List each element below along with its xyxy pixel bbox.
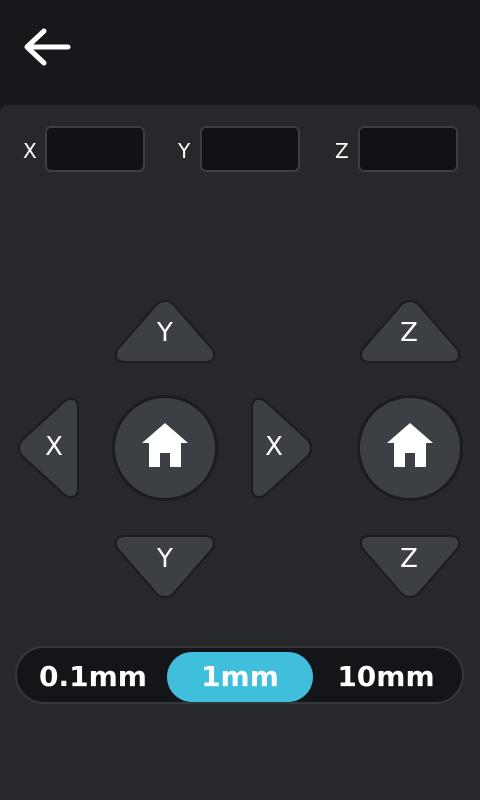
- x-coord-label: X: [23, 139, 37, 163]
- home-xy-button[interactable]: [115, 398, 215, 498]
- step-size-selector: 0.1mm 1mm 10mm: [15, 646, 464, 704]
- x-coord-field[interactable]: [45, 126, 145, 172]
- arrow-left-icon: [24, 28, 71, 66]
- top-bar: [0, 0, 480, 105]
- jog-z-minus-label: Z: [400, 544, 418, 574]
- jog-z-plus-button[interactable]: Z: [358, 298, 462, 366]
- jog-z-minus-button[interactable]: Z: [358, 532, 462, 600]
- y-coord-field[interactable]: [200, 126, 300, 172]
- jog-x-plus-label: X: [265, 432, 283, 462]
- jog-y-minus-button[interactable]: Y: [113, 532, 217, 600]
- jog-x-plus-button[interactable]: X: [248, 396, 314, 500]
- jog-x-minus-button[interactable]: X: [16, 396, 82, 500]
- back-button[interactable]: [20, 26, 74, 68]
- jog-y-minus-label: Y: [157, 544, 173, 574]
- jog-y-plus-label: Y: [157, 318, 173, 348]
- y-coord-label: Y: [178, 139, 191, 163]
- jog-x-minus-label: X: [45, 432, 63, 462]
- jog-z-plus-label: Z: [400, 318, 418, 348]
- home-icon: [142, 423, 188, 467]
- home-z-button[interactable]: [360, 398, 460, 498]
- step-option-0-1mm[interactable]: 0.1mm: [20, 652, 166, 702]
- home-icon: [387, 423, 433, 467]
- z-coord-label: Z: [335, 139, 349, 163]
- jog-y-plus-button[interactable]: Y: [113, 298, 217, 366]
- step-option-10mm[interactable]: 10mm: [313, 652, 459, 702]
- step-option-1mm[interactable]: 1mm: [167, 652, 313, 702]
- z-coord-field[interactable]: [358, 126, 458, 172]
